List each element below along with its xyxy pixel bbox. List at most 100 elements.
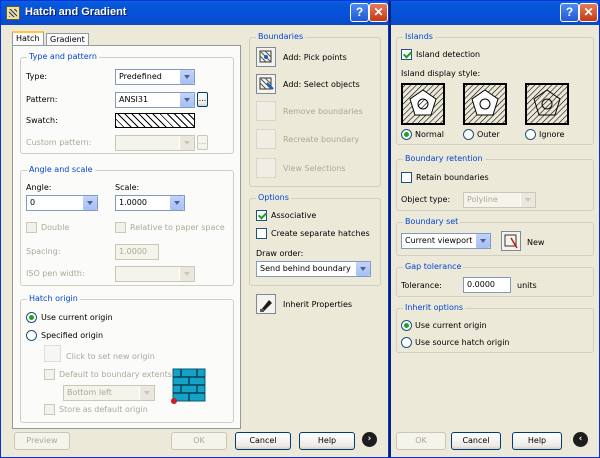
ok-button: OK: [171, 432, 227, 450]
pattern-select[interactable]: ANSI31: [115, 92, 195, 108]
relative-paper-checkbox: [115, 222, 126, 233]
inherit-properties-label[interactable]: Inherit Properties: [283, 300, 352, 309]
type-select-value: Predefined: [119, 72, 162, 81]
store-default-checkbox: [44, 404, 55, 415]
scale-label: Scale:: [115, 183, 140, 192]
close-icon[interactable]: ✕: [579, 3, 598, 22]
pattern-label: Pattern:: [26, 95, 58, 104]
group-title: Hatch origin: [27, 294, 80, 303]
group-title: Boundary retention: [403, 154, 485, 163]
boundary-set-select[interactable]: Current viewport: [401, 233, 491, 249]
relative-paper-label: Relative to paper space: [130, 223, 225, 232]
pick-points-icon[interactable]: [256, 47, 276, 67]
draw-order-select[interactable]: Send behind boundary: [256, 261, 371, 277]
ignore-label: Ignore: [539, 130, 565, 139]
use-current-origin-radio[interactable]: [26, 312, 37, 323]
group-title: Gap tolerance: [403, 262, 464, 271]
select-objects-icon[interactable]: [256, 74, 276, 94]
remove-boundaries-label: Remove boundaries: [283, 107, 363, 116]
group-title: Islands: [403, 32, 435, 41]
object-type-select: Polyline: [463, 192, 536, 208]
inherit-properties-icon[interactable]: [256, 294, 276, 314]
specified-origin-radio[interactable]: [26, 330, 37, 341]
swatch-preview[interactable]: [115, 113, 195, 128]
expand-arrow-icon[interactable]: ›: [362, 432, 377, 447]
specified-origin-label: Specified origin: [41, 331, 104, 340]
island-style-label: Island display style:: [401, 69, 481, 78]
help-icon[interactable]: ?: [560, 3, 579, 22]
group-title: Angle and scale: [27, 165, 95, 174]
separate-hatches-checkbox[interactable]: [256, 228, 267, 239]
inherit-use-source-radio[interactable]: [401, 337, 412, 348]
store-default-label: Store as default origin: [59, 405, 148, 414]
click-new-origin-label: Click to set new origin: [66, 352, 155, 361]
use-current-origin-label: Use current origin: [41, 313, 113, 322]
tolerance-label: Tolerance:: [401, 281, 442, 290]
outer-style-icon[interactable]: [463, 83, 507, 125]
inherit-use-source-label: Use source hatch origin: [415, 338, 510, 347]
island-detection-checkbox[interactable]: [401, 49, 412, 60]
chevron-down-icon[interactable]: [179, 70, 194, 84]
app-icon: [6, 6, 20, 20]
ignore-radio[interactable]: [525, 129, 536, 140]
chevron-down-icon[interactable]: [169, 196, 184, 210]
recreate-boundary-label: Recreate boundary: [283, 135, 360, 144]
brick-origin-icon: [171, 368, 206, 404]
outer-radio[interactable]: [463, 129, 474, 140]
new-label: New: [527, 238, 545, 247]
set-origin-icon: [44, 345, 61, 362]
normal-radio[interactable]: [401, 129, 412, 140]
chevron-down-icon[interactable]: [355, 262, 370, 276]
outer-label: Outer: [477, 130, 500, 139]
tolerance-input[interactable]: 0.0000: [463, 277, 511, 293]
help-button[interactable]: Help: [299, 432, 355, 450]
tab-hatch[interactable]: Hatch: [12, 31, 44, 46]
group-title: Type and pattern: [27, 52, 99, 61]
object-type-label: Object type:: [401, 195, 451, 204]
group-title: Options: [256, 193, 291, 202]
collapse-arrow-icon[interactable]: ‹: [573, 432, 588, 447]
chevron-down-icon[interactable]: [82, 196, 97, 210]
normal-label: Normal: [415, 130, 444, 139]
associative-checkbox[interactable]: [256, 210, 267, 221]
cancel-button[interactable]: Cancel: [451, 432, 501, 450]
group-title: Inherit options: [403, 303, 466, 312]
iso-pen-label: ISO pen width:: [26, 269, 85, 278]
chevron-down-icon: [179, 267, 194, 281]
ignore-style-icon[interactable]: [525, 83, 569, 125]
chevron-down-icon: [520, 193, 535, 207]
close-icon[interactable]: ✕: [369, 3, 388, 22]
help-icon[interactable]: ?: [350, 3, 369, 22]
retain-boundaries-label: Retain boundaries: [416, 173, 489, 182]
more-options-panel: ? ✕ Islands Island detection Island disp…: [389, 0, 600, 458]
add-pick-points-label[interactable]: Add: Pick points: [283, 53, 347, 62]
scale-select[interactable]: 1.0000: [115, 195, 185, 211]
title-bar[interactable]: Hatch and Gradient ? ✕: [1, 1, 388, 25]
pattern-browse-button[interactable]: ...: [197, 92, 208, 107]
inherit-use-current-label: Use current origin: [415, 321, 487, 330]
normal-style-icon[interactable]: [401, 83, 445, 125]
group-title: Boundaries: [256, 32, 306, 41]
view-selections-icon: [256, 158, 276, 178]
double-label: Double: [41, 223, 70, 232]
title-bar[interactable]: ? ✕: [391, 1, 599, 25]
type-select[interactable]: Predefined: [115, 69, 195, 85]
draw-order-value: Send behind boundary: [260, 264, 351, 273]
custom-pattern-select: [115, 135, 195, 151]
angle-select[interactable]: 0: [26, 195, 98, 211]
chevron-down-icon: [139, 386, 154, 400]
boundary-set-value: Current viewport: [405, 236, 473, 245]
inherit-use-current-radio[interactable]: [401, 320, 412, 331]
retain-boundaries-checkbox[interactable]: [401, 172, 412, 183]
extent-select: Bottom left: [63, 385, 155, 401]
double-checkbox: [26, 222, 37, 233]
chevron-down-icon[interactable]: [179, 93, 194, 107]
cancel-button[interactable]: Cancel: [235, 432, 291, 450]
help-button[interactable]: Help: [512, 432, 562, 450]
default-extents-label: Default to boundary extents: [59, 370, 172, 379]
chevron-down-icon[interactable]: [475, 234, 490, 248]
scale-select-value: 1.0000: [119, 198, 147, 207]
new-boundary-set-icon[interactable]: [501, 231, 521, 251]
separate-hatches-label: Create separate hatches: [271, 229, 370, 238]
add-select-objects-label[interactable]: Add: Select objects: [283, 80, 360, 89]
